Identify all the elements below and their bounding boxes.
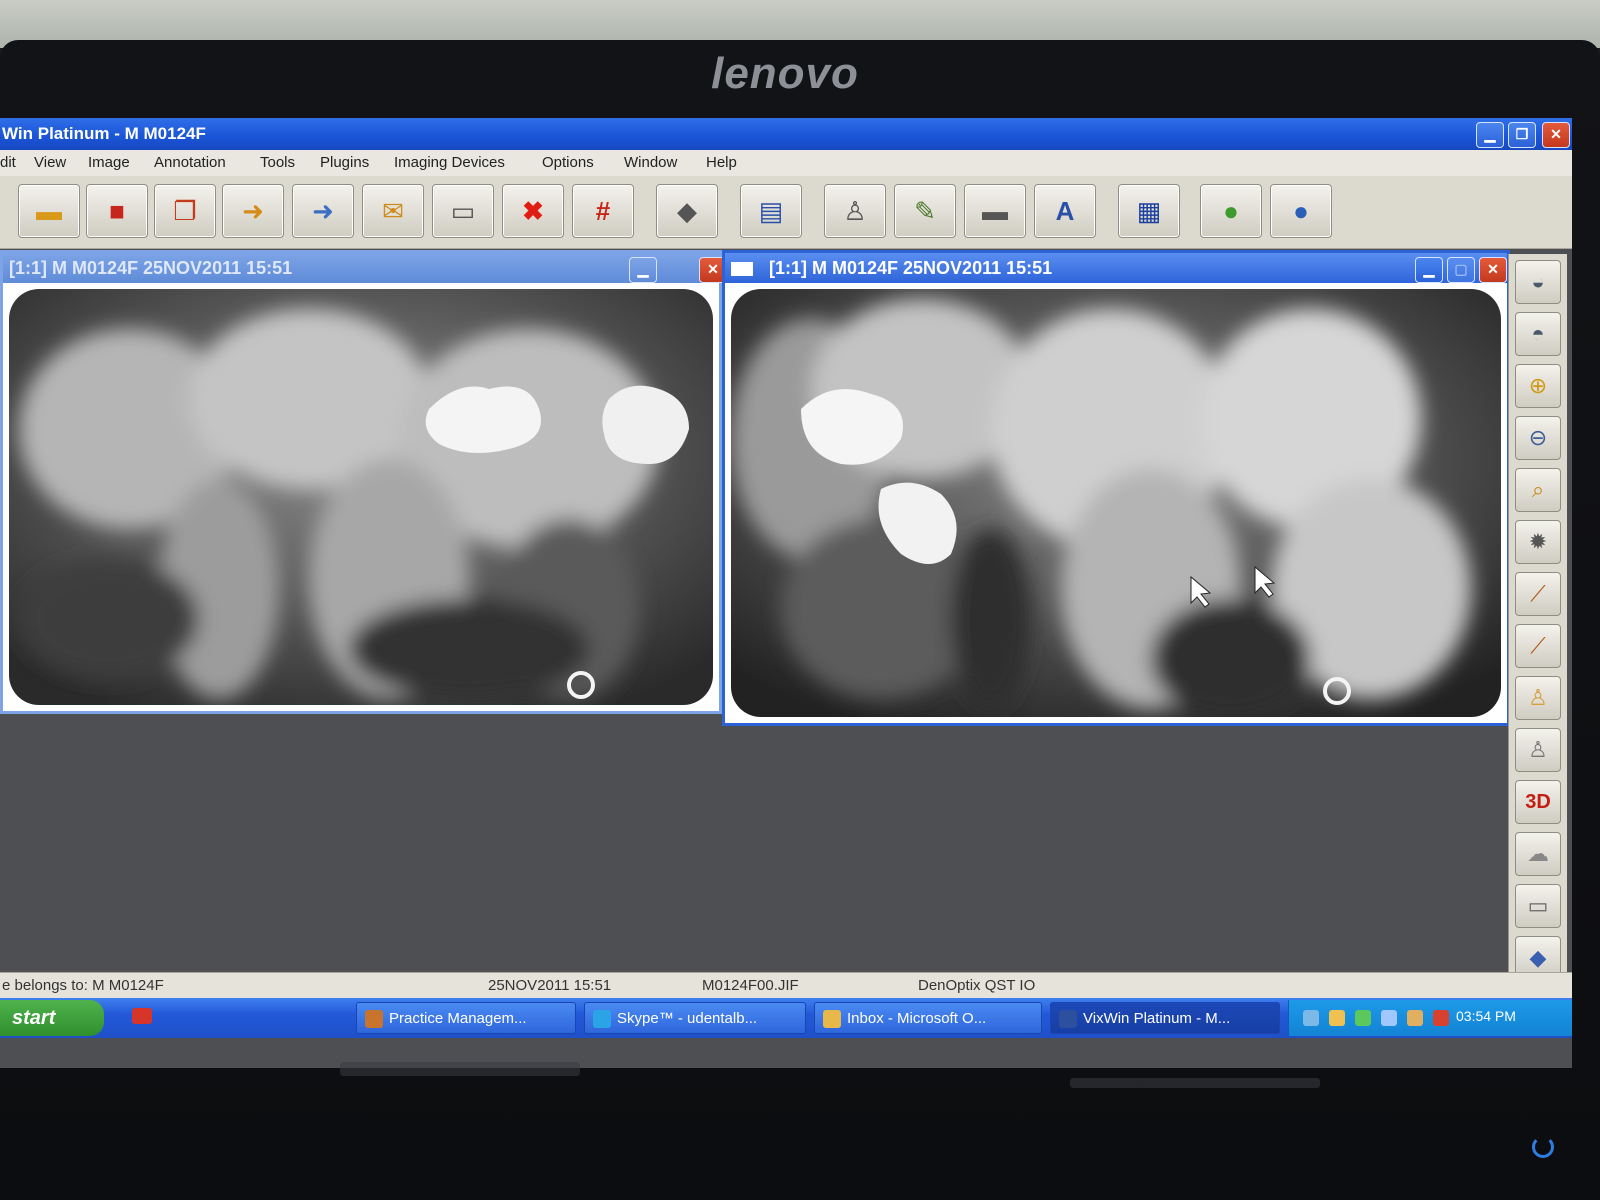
3d-icon[interactable]: 3D <box>1515 780 1561 824</box>
tray-network-icon[interactable] <box>1355 1010 1371 1026</box>
task-outlook-inbox[interactable]: Inbox - Microsoft O... <box>814 1002 1042 1034</box>
image-window-right-title-bar: [1:1] M M0124F 25NOV2011 15:51 <box>725 253 1507 283</box>
save-icon[interactable]: ■ <box>86 184 148 238</box>
task-skype[interactable]: Skype™ - udentalb... <box>584 1002 806 1034</box>
calibrate-icon[interactable]: ⟋ <box>1515 624 1561 668</box>
xray-image-left[interactable] <box>9 289 713 705</box>
xray-left-graphic <box>9 289 713 705</box>
text-icon[interactable]: A <box>1034 184 1096 238</box>
vixwin-icon <box>1059 1010 1077 1028</box>
menu-tools[interactable]: Tools <box>260 154 295 171</box>
help-icon[interactable]: ● <box>1200 184 1262 238</box>
image-window-right-minimize-button[interactable]: ▁ <box>1415 257 1443 283</box>
zoom-in-icon[interactable]: ⊕ <box>1515 364 1561 408</box>
keyboard-icon[interactable]: ▦ <box>1118 184 1180 238</box>
image-window-right[interactable]: [1:1] M M0124F 25NOV2011 15:51 ▁ ▢ ✕ <box>722 250 1510 726</box>
app-icon <box>365 1010 383 1028</box>
menu-options[interactable]: Options <box>542 154 594 171</box>
tray-folder-icon[interactable] <box>1407 1010 1423 1026</box>
book-icon[interactable]: ▭ <box>1515 884 1561 928</box>
menu-annotation[interactable]: Annotation <box>154 154 226 171</box>
ruler-icon[interactable]: ▬ <box>964 184 1026 238</box>
image-window-left-title: [1:1] M M0124F 25NOV2011 15:51 <box>3 253 719 283</box>
status-filename: M0124F00.JIF <box>702 977 799 994</box>
task-vixwin-platinum[interactable]: VixWin Platinum - M... <box>1050 1002 1280 1034</box>
toolbar: ▬ ■ ❐ ➜ ➜ ✉ ▭ ✖ # ◆ ▤ ♙ ✎ ▬ A ▦ ● ● <box>0 176 1572 249</box>
image-window-left-minimize-button[interactable]: ▁ <box>629 257 657 283</box>
menu-plugins[interactable]: Plugins <box>320 154 369 171</box>
image-window-right-title: [1:1] M M0124F 25NOV2011 15:51 <box>769 258 1053 278</box>
window-doc-icon <box>731 262 753 277</box>
measure-icon[interactable]: ⟋ <box>1515 572 1561 616</box>
bezel-reflection <box>1070 1078 1320 1088</box>
menu-edit[interactable]: dit <box>0 154 16 171</box>
image-window-right-maximize-button[interactable]: ▢ <box>1447 257 1475 283</box>
status-bar: e belongs to: M M0124F 25NOV2011 15:51 M… <box>0 972 1572 999</box>
task-label: Skype™ - udentalb... <box>617 1010 758 1027</box>
start-button[interactable]: start <box>0 1000 104 1036</box>
zoom-out-icon[interactable]: ⊖ <box>1515 416 1561 460</box>
screen: Win Platinum - M M0124F ▁ ❐ ✕ dit View I… <box>0 118 1572 1068</box>
tray-mail-icon[interactable] <box>1329 1010 1345 1026</box>
tray-connection-icon[interactable] <box>1381 1010 1397 1026</box>
status-datetime: 25NOV2011 15:51 <box>488 977 612 994</box>
app-title: Win Platinum - M M0124F <box>2 124 206 143</box>
maximize-button[interactable]: ❐ <box>1508 122 1536 148</box>
zoom-window-icon[interactable]: ⌕ <box>1515 468 1561 512</box>
tooth-icon[interactable]: ♙ <box>824 184 886 238</box>
image-window-left[interactable]: [1:1] M M0124F 25NOV2011 15:51 ▁ ✕ <box>0 250 727 714</box>
hash-icon[interactable]: # <box>572 184 634 238</box>
task-label: Inbox - Microsoft O... <box>847 1010 987 1027</box>
email-icon[interactable]: ✉ <box>362 184 424 238</box>
close-button[interactable]: ✕ <box>1542 122 1570 148</box>
menu-image[interactable]: Image <box>88 154 130 171</box>
task-practice-management[interactable]: Practice Managem... <box>356 1002 576 1034</box>
taskbar-clock: 03:54 PM <box>1456 1008 1516 1024</box>
copy-stack-icon[interactable]: ❐ <box>154 184 216 238</box>
status-owner: e belongs to: M M0124F <box>2 977 164 994</box>
pencil-icon[interactable]: ✎ <box>894 184 956 238</box>
image-window-right-close-button[interactable]: ✕ <box>1479 257 1507 283</box>
scanner-icon[interactable]: ▤ <box>740 184 802 238</box>
tooth-icon[interactable]: ♙ <box>1515 676 1561 720</box>
power-icon[interactable] <box>1532 1136 1554 1158</box>
menu-view[interactable]: View <box>34 154 66 171</box>
cloud-icon[interactable]: ☁ <box>1515 832 1561 876</box>
system-tray <box>1288 1000 1572 1036</box>
task-label: Practice Managem... <box>389 1010 527 1027</box>
tray-arrow-icon[interactable] <box>1303 1010 1319 1026</box>
menu-imaging-devices[interactable]: Imaging Devices <box>394 154 505 171</box>
delete-icon[interactable]: ✖ <box>502 184 564 238</box>
print-icon[interactable]: ▭ <box>432 184 494 238</box>
image-tools-sidebar: ◒ ◓ ⊕ ⊖ ⌕ ✹ ⟋ ⟋ ♙ ♙ 3D ☁ ▭ ◆ <box>1508 254 1567 980</box>
quick-launch-icon[interactable] <box>132 1008 152 1024</box>
sharpen-icon[interactable]: ◓ <box>1515 312 1561 356</box>
menu-help[interactable]: Help <box>706 154 737 171</box>
brightness-icon[interactable]: ✹ <box>1515 520 1561 564</box>
xray-right-graphic <box>731 289 1501 717</box>
monitor-brand-logo: lenovo <box>711 49 859 98</box>
contrast-icon[interactable]: ◒ <box>1515 260 1561 304</box>
import-icon[interactable]: ➜ <box>222 184 284 238</box>
tray-security-icon[interactable] <box>1433 1010 1449 1026</box>
app-title-bar: Win Platinum - M M0124F ▁ ❐ ✕ <box>0 118 1572 150</box>
outlook-icon <box>823 1010 841 1028</box>
skype-icon <box>593 1010 611 1028</box>
taskbar: start Practice Managem... Skype™ - udent… <box>0 998 1572 1038</box>
minimize-button[interactable]: ▁ <box>1476 122 1504 148</box>
info-icon[interactable]: ● <box>1270 184 1332 238</box>
open-folder-icon[interactable]: ▬ <box>18 184 80 238</box>
tooth-search-icon[interactable]: ♙ <box>1515 728 1561 772</box>
status-device: DenOptix QST IO <box>918 977 1036 994</box>
bezel-reflection <box>340 1062 580 1076</box>
eraser-icon[interactable]: ◆ <box>656 184 718 238</box>
xray-image-right[interactable] <box>731 289 1501 717</box>
export-icon[interactable]: ➜ <box>292 184 354 238</box>
menu-bar: dit View Image Annotation Tools Plugins … <box>0 150 1572 177</box>
task-label: VixWin Platinum - M... <box>1083 1010 1231 1027</box>
menu-window[interactable]: Window <box>624 154 677 171</box>
